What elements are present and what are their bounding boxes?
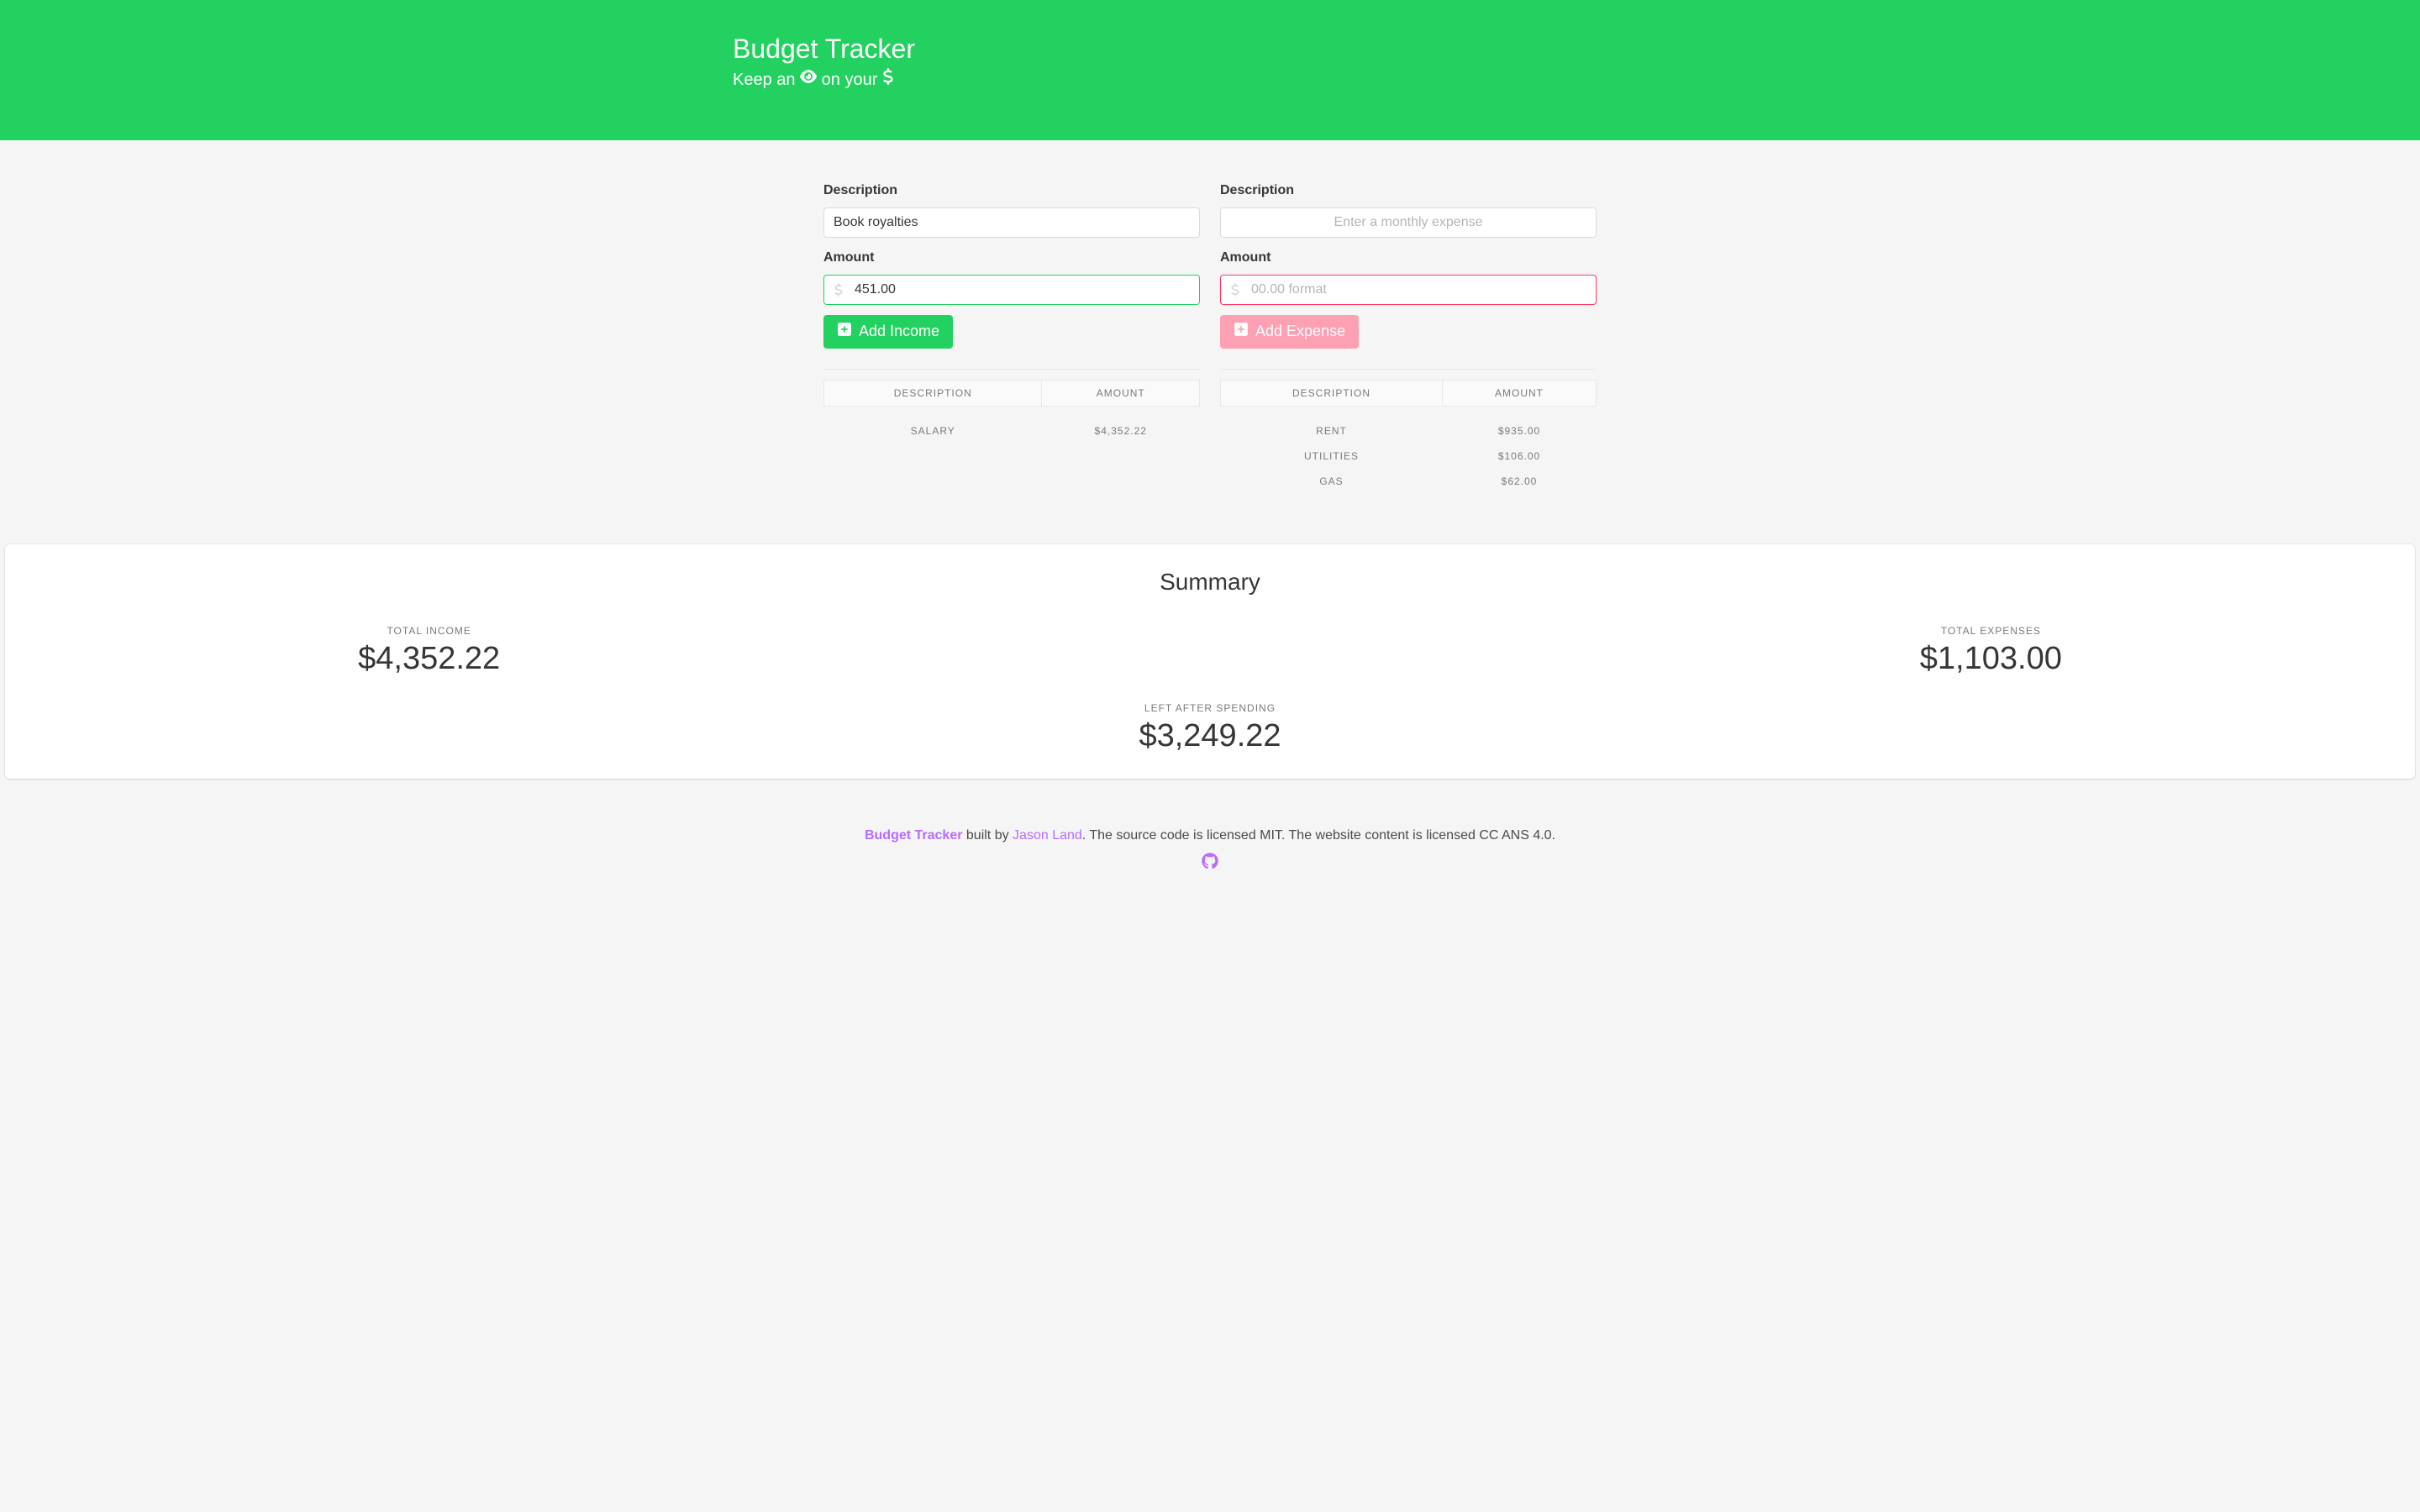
- ledger-col-amount: Amount: [1443, 380, 1597, 406]
- ledger-col-desc: Description: [1221, 380, 1443, 406]
- expense-ledger: Description Amount Rent$935.00Utilities$…: [1220, 380, 1597, 494]
- divider: [823, 369, 1200, 370]
- dollar-icon: [882, 67, 894, 92]
- table-row: Rent$935.00: [1221, 406, 1597, 444]
- summary-income-value: $4,352.22: [39, 642, 819, 677]
- add-expense-label: Add Expense: [1255, 323, 1345, 340]
- summary-income: Total Income $4,352.22: [39, 623, 819, 677]
- hero: Budget Tracker Keep an on your: [0, 0, 2420, 140]
- summary-income-label: Total Income: [39, 623, 819, 638]
- ledger-desc-cell: Gas: [1221, 469, 1443, 494]
- add-income-button[interactable]: Add Income: [823, 315, 953, 349]
- expense-amount-input[interactable]: [1220, 275, 1597, 305]
- github-icon: [1202, 858, 1218, 873]
- income-ledger: Description Amount Salary$4,352.22: [823, 380, 1200, 444]
- summary-title: Summary: [39, 564, 2381, 600]
- table-row: Utilities$106.00: [1221, 444, 1597, 469]
- footer-brand-link[interactable]: Budget Tracker: [865, 828, 962, 843]
- income-description-input[interactable]: [823, 207, 1200, 238]
- expense-amount-label: Amount: [1220, 248, 1597, 268]
- add-expense-button[interactable]: Add Expense: [1220, 315, 1359, 349]
- ledger-desc-cell: Rent: [1221, 406, 1443, 444]
- page-title: Budget Tracker: [733, 34, 1681, 64]
- summary-remaining-label: Left after spending: [39, 701, 2381, 716]
- summary-expense-value: $1,103.00: [1601, 642, 2381, 677]
- eye-icon: [800, 67, 817, 92]
- ledger-amount-cell: $62.00: [1443, 469, 1597, 494]
- plus-square-icon: [837, 322, 852, 341]
- plus-square-icon: [1234, 322, 1249, 341]
- income-column: Description Amount Add Income: [823, 181, 1200, 494]
- ledger-amount-cell: $935.00: [1443, 406, 1597, 444]
- ledger-desc-cell: Utilities: [1221, 444, 1443, 469]
- footer-author-link[interactable]: Jason Land: [1013, 828, 1082, 843]
- add-income-label: Add Income: [859, 323, 939, 340]
- summary-expense-label: Total Expenses: [1601, 623, 2381, 638]
- expense-description-input[interactable]: [1220, 207, 1597, 238]
- summary-remaining-value: $3,249.22: [39, 719, 2381, 754]
- divider: [1220, 369, 1597, 370]
- expense-desc-label: Description: [1220, 181, 1597, 201]
- ledger-amount-cell: $106.00: [1443, 444, 1597, 469]
- income-desc-label: Description: [823, 181, 1200, 201]
- summary-expense: Total Expenses $1,103.00: [1601, 623, 2381, 677]
- github-link[interactable]: [1202, 853, 1218, 876]
- income-amount-label: Amount: [823, 248, 1200, 268]
- income-amount-input[interactable]: [823, 275, 1200, 305]
- table-row: Gas$62.00: [1221, 469, 1597, 494]
- ledger-desc-cell: Salary: [824, 406, 1042, 444]
- summary-card: Summary Total Income $4,352.22 Total Exp…: [5, 544, 2415, 780]
- expense-column: Description Amount Add Expense: [1220, 181, 1597, 494]
- ledger-amount-cell: $4,352.22: [1042, 406, 1200, 444]
- ledger-col-amount: Amount: [1042, 380, 1200, 406]
- page-subtitle: Keep an on your: [733, 67, 1681, 93]
- main-content: Description Amount Add Income: [807, 140, 1613, 511]
- footer: Budget Tracker built by Jason Land. The …: [0, 779, 2420, 901]
- table-row: Salary$4,352.22: [824, 406, 1200, 444]
- ledger-col-desc: Description: [824, 380, 1042, 406]
- summary-remaining: Left after spending $3,249.22: [39, 701, 2381, 754]
